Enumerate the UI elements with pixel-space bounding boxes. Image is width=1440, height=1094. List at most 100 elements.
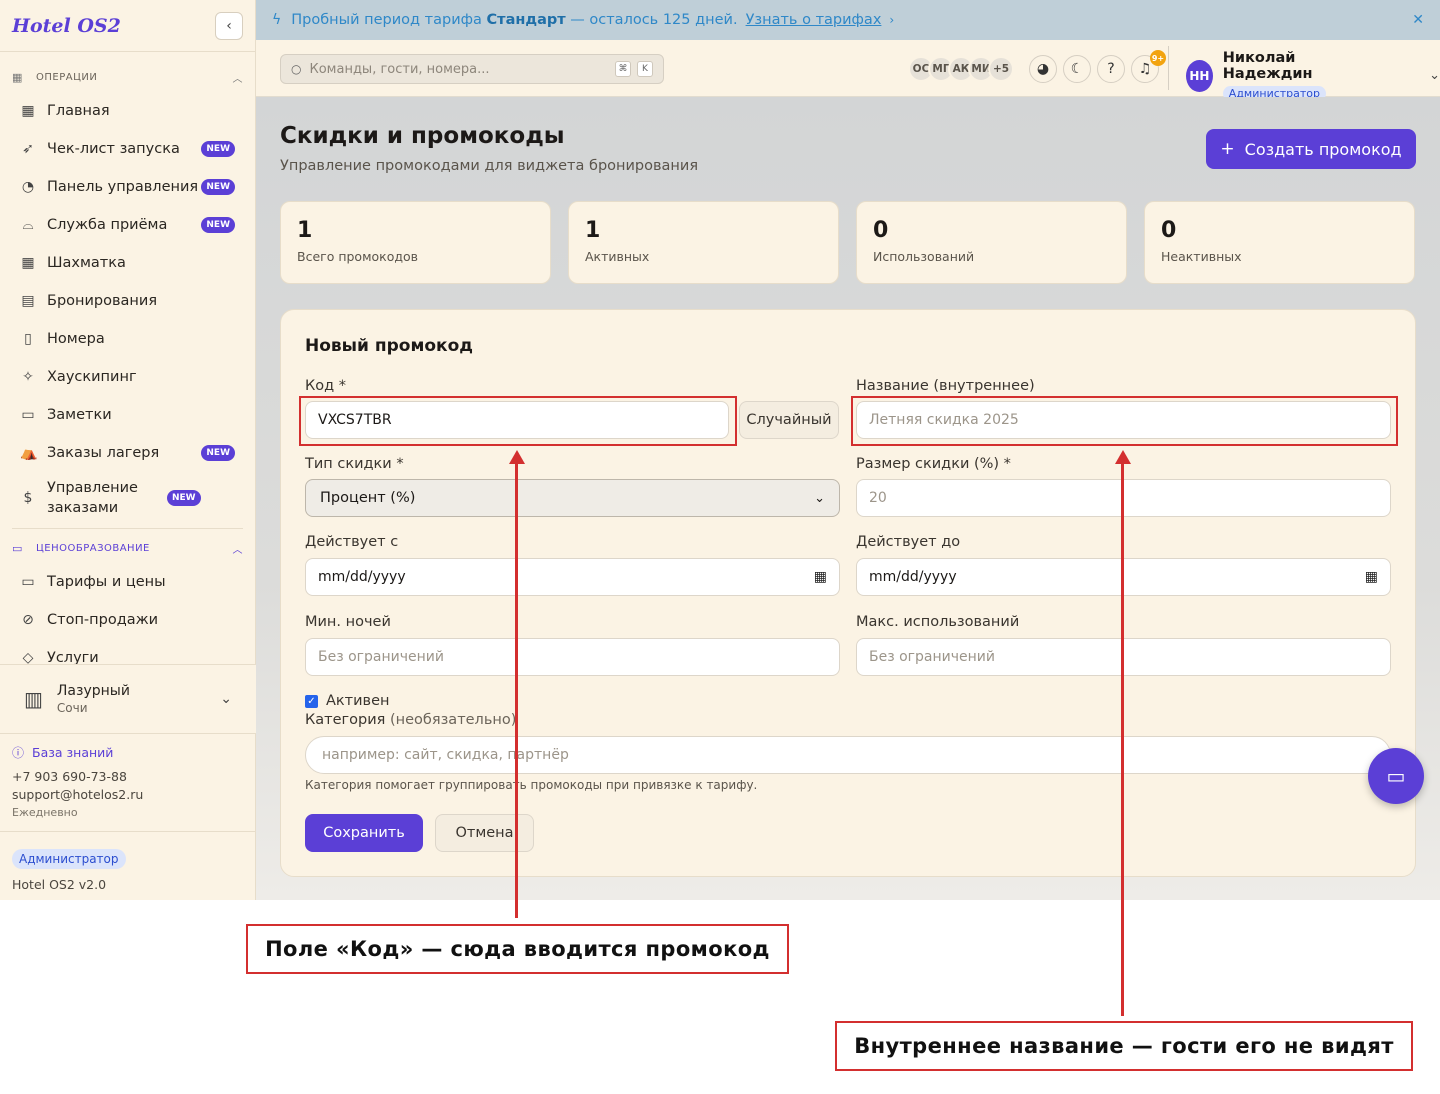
sidebar-item-control-panel[interactable]: ◔ Панель управления NEW xyxy=(0,168,255,206)
arrow-line-code xyxy=(515,462,518,918)
search-input[interactable]: Команды, гости, номера... xyxy=(309,62,609,77)
app-logo[interactable]: Hotel OS2 xyxy=(12,15,215,37)
section-operations[interactable]: ▦ ОПЕРАЦИИ ︿ xyxy=(0,62,255,92)
section-pricing[interactable]: ▭ ЦЕНООБРАЗОВАНИЕ ︿ xyxy=(0,533,255,563)
random-code-button[interactable]: Случайный xyxy=(739,401,839,439)
sidebar: Hotel OS2 ‹ ▦ ОПЕРАЦИИ ︿ ▦ Главная ➶ Чек-л… xyxy=(0,0,256,900)
banner-text: Пробный период тарифа xyxy=(291,12,482,28)
sidebar-item-home[interactable]: ▦ Главная xyxy=(0,92,255,130)
sidebar-divider xyxy=(12,528,243,529)
rocket-icon: ➶ xyxy=(22,141,34,157)
sidebar-item-rates[interactable]: ▭ Тарифы и цены xyxy=(0,563,255,601)
app-root: Hotel OS2 ‹ ▦ ОПЕРАЦИИ ︿ ▦ Главная ➶ Чек-л… xyxy=(0,0,1440,1094)
card-icon: ▭ xyxy=(21,574,35,590)
stat-label: Использований xyxy=(873,249,975,264)
chevron-right-icon: › xyxy=(889,13,895,27)
close-icon[interactable]: ✕ xyxy=(1412,12,1424,28)
new-badge: NEW xyxy=(201,141,235,157)
min-nights-input[interactable]: Без ограничений xyxy=(305,638,840,676)
sidebar-item-launch-checklist[interactable]: ➶ Чек-лист запуска NEW xyxy=(0,130,255,168)
tent-icon: ⛺ xyxy=(20,445,38,461)
note-icon: ▭ xyxy=(21,407,35,423)
sidebar-item-housekeeping[interactable]: ✧ Хаускипинг xyxy=(0,358,255,396)
grid-icon: ▦ xyxy=(21,255,35,271)
valid-from-label: Действует с xyxy=(305,534,399,550)
section-operations-label: ОПЕРАЦИИ xyxy=(36,71,98,83)
app-version: Hotel OS2 v2.0 xyxy=(12,877,107,892)
section-pricing-label: ЦЕНООБРАЗОВАНИЕ xyxy=(36,542,150,554)
grid-small-icon: ▦ xyxy=(12,70,23,84)
category-label: Категория (необязательно) xyxy=(305,712,516,728)
arrow-line-name xyxy=(1121,462,1124,1016)
sidebar-item-label: Хаускипинг xyxy=(47,369,137,385)
active-checkbox-row[interactable]: ✓ Активен xyxy=(305,693,390,709)
knowledge-base-link[interactable]: ⓘ База знаний xyxy=(12,744,143,761)
dollar-icon: $ xyxy=(23,490,33,506)
sidebar-item-order-management[interactable]: $ Управление заказами NEW xyxy=(0,474,255,522)
discount-type-select[interactable]: Процент (%) ⌄ xyxy=(305,479,840,517)
role-badge: Администратор xyxy=(12,849,126,869)
name-callout: Внутреннее название — гости его не видят xyxy=(835,1021,1413,1071)
create-promo-button[interactable]: + Создать промокод xyxy=(1206,129,1416,169)
hotel-name: Лазурный xyxy=(56,683,130,699)
chevron-left-icon: ‹ xyxy=(226,17,232,34)
chat-button[interactable]: ▭ xyxy=(1368,748,1424,804)
help-button[interactable]: ? xyxy=(1097,55,1125,83)
help-block: ⓘ База знаний +7 903 690-73-88 support@ho… xyxy=(12,744,143,823)
valid-from-date-input[interactable]: mm/dd/yyyy ▦ xyxy=(305,558,840,596)
online-users[interactable]: ОС МГ АК МИ +5 xyxy=(908,56,1014,82)
sidebar-item-label: Заметки xyxy=(47,407,112,423)
sidebar-item-chessboard[interactable]: ▦ Шахматка xyxy=(0,244,255,282)
sidebar-item-bookings[interactable]: ▤ Бронирования xyxy=(0,282,255,320)
cancel-button[interactable]: Отмена xyxy=(435,814,534,852)
new-badge: NEW xyxy=(201,217,235,233)
user-menu[interactable]: НН Николай Надеждин Администратор ⌄ xyxy=(1186,50,1440,101)
support-phone[interactable]: +7 903 690-73-88 xyxy=(12,769,143,785)
support-email[interactable]: support@hotelos2.ru xyxy=(12,787,143,803)
sidebar-item-label: Номера xyxy=(47,331,105,347)
stat-label: Активных xyxy=(585,249,650,264)
sidebar-item-front-desk[interactable]: ⌓ Служба приёма NEW xyxy=(0,206,255,244)
command-search[interactable]: ○ Команды, гости, номера... ⌘ K xyxy=(280,54,664,84)
sidebar-item-notes[interactable]: ▭ Заметки xyxy=(0,396,255,434)
valid-to-label: Действует до xyxy=(856,534,961,550)
chevron-up-icon: ︿ xyxy=(232,544,243,556)
calendar-icon[interactable]: ▦ xyxy=(814,569,827,585)
knowledge-base-label: База знаний xyxy=(32,745,114,760)
sidebar-collapse-button[interactable]: ‹ xyxy=(215,11,243,40)
sidebar-item-label: Служба приёма xyxy=(47,217,168,233)
stat-value: 1 xyxy=(297,218,313,243)
banner-text-post: — осталось 125 дней. xyxy=(570,12,738,28)
notifications-button[interactable]: ♫ 9+ xyxy=(1131,50,1166,83)
banner-plan: Стандарт xyxy=(486,12,566,28)
more-users-badge[interactable]: +5 xyxy=(988,56,1014,82)
theme-palette-button[interactable]: ◕ xyxy=(1029,55,1057,83)
name-label: Название (внутреннее) xyxy=(856,378,1035,394)
stat-card-active: 1 Активных xyxy=(568,201,839,284)
dark-mode-button[interactable]: ☾ xyxy=(1063,55,1091,83)
save-button[interactable]: Сохранить xyxy=(305,814,423,852)
plus-icon: + xyxy=(1220,139,1235,159)
chevron-down-icon: ⌄ xyxy=(814,490,825,506)
hotel-switcher[interactable]: ▥ Лазурный Сочи ⌄ xyxy=(0,664,256,734)
active-checkbox[interactable]: ✓ xyxy=(305,694,318,708)
clipboard-icon: ▤ xyxy=(21,293,35,309)
banner-plans-link[interactable]: Узнать о тарифах xyxy=(746,12,882,28)
name-field-highlight xyxy=(851,396,1398,446)
moon-icon: ☾ xyxy=(1070,61,1084,77)
category-optional: (необязательно) xyxy=(390,712,517,728)
category-input[interactable]: например: сайт, скидка, партнёр xyxy=(305,736,1391,774)
new-badge: NEW xyxy=(201,179,235,195)
chevron-down-icon: ⌄ xyxy=(220,691,232,707)
sidebar-item-rooms[interactable]: ▯ Номера xyxy=(0,320,255,358)
min-nights-label: Мин. ночей xyxy=(305,614,391,630)
sidebar-item-stop-sales[interactable]: ⊘ Стоп-продажи xyxy=(0,601,255,639)
sidebar-item-camp-orders[interactable]: ⛺ Заказы лагеря NEW xyxy=(0,434,255,472)
kbd-cmd: ⌘ xyxy=(615,61,631,77)
topbar-divider xyxy=(1168,46,1169,90)
stat-card-total: 1 Всего промокодов xyxy=(280,201,551,284)
code-label: Код * xyxy=(305,378,347,394)
form-title: Новый промокод xyxy=(305,336,473,356)
calendar-icon[interactable]: ▦ xyxy=(1365,569,1378,585)
question-icon: ? xyxy=(1107,61,1115,77)
